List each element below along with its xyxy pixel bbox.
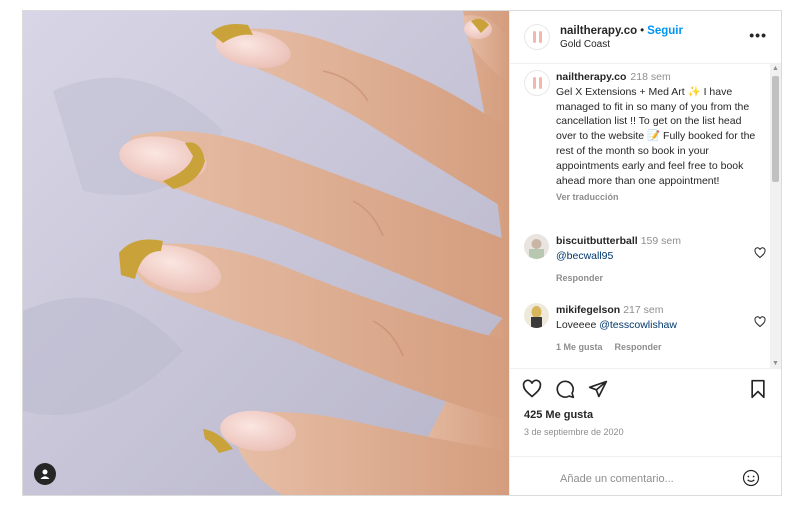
post-photo[interactable] <box>23 11 509 495</box>
comment-mention[interactable]: @tesscowlishaw <box>599 319 677 331</box>
avatar[interactable] <box>524 303 549 328</box>
bookmark-icon[interactable] <box>749 379 767 404</box>
add-comment-bar: Añade un comentario... <box>510 456 781 495</box>
follow-button[interactable]: Seguir <box>647 25 683 37</box>
location-link[interactable]: Gold Coast <box>560 39 683 50</box>
scrollbar-thumb[interactable] <box>772 76 779 182</box>
comments-scroll-area[interactable]: nailtherapy.co 218 sem Gel X Extensions +… <box>510 64 781 368</box>
comment-text: Loveeee <box>556 319 597 331</box>
caption-username[interactable]: nailtherapy.co <box>556 71 626 83</box>
avatar[interactable] <box>524 70 550 96</box>
post-actions: 425 Me gusta 3 de septiembre de 2020 Aña… <box>510 368 781 495</box>
comment-time: 159 sem <box>640 235 681 247</box>
comment-item: mikifegelson 217 sem Loveeee @tesscowlish… <box>524 303 766 352</box>
scroll-down-icon[interactable]: ▼ <box>772 360 779 367</box>
translate-link[interactable]: Ver traducción <box>556 190 760 205</box>
likes-count[interactable]: 425 Me gusta <box>524 409 593 421</box>
heart-icon[interactable] <box>522 379 542 404</box>
comment-username[interactable]: biscuitbutterball <box>556 235 638 247</box>
comment-item: biscuitbutterball 159 sem @becwall95 Resp… <box>524 234 766 283</box>
scroll-up-icon[interactable]: ▲ <box>772 65 779 72</box>
comment-mention[interactable]: @becwall95 <box>556 250 613 262</box>
comment-like-icon[interactable] <box>754 246 766 264</box>
post-caption: nailtherapy.co 218 sem Gel X Extensions +… <box>524 70 760 205</box>
post-sidebar: nailtherapy.co • Seguir Gold Coast ••• nai… <box>509 11 781 495</box>
post-modal: nailtherapy.co • Seguir Gold Coast ••• nai… <box>22 10 782 496</box>
comment-like-icon[interactable] <box>754 315 766 333</box>
avatar[interactable] <box>524 24 550 50</box>
more-icon[interactable]: ••• <box>749 27 767 43</box>
comment-icon[interactable] <box>555 379 575 404</box>
comment-time: 217 sem <box>623 304 664 316</box>
nails-photo-illustration <box>23 11 509 495</box>
user-tag-icon[interactable] <box>34 463 56 485</box>
post-header: nailtherapy.co • Seguir Gold Coast ••• <box>510 11 781 64</box>
post-date: 3 de septiembre de 2020 <box>524 427 624 437</box>
caption-time: 218 sem <box>630 71 671 83</box>
avatar[interactable] <box>524 234 549 259</box>
scrollbar[interactable]: ▲ ▼ <box>770 64 781 368</box>
post-username[interactable]: nailtherapy.co <box>560 25 637 37</box>
caption-text: Gel X Extensions + Med Art ✨ I have mana… <box>556 85 756 187</box>
comment-username[interactable]: mikifegelson <box>556 304 620 316</box>
separator-dot: • <box>640 24 645 37</box>
comment-likes[interactable]: 1 Me gusta <box>556 342 603 352</box>
reply-button[interactable]: Responder <box>556 273 603 283</box>
reply-button[interactable]: Responder <box>615 342 662 352</box>
emoji-icon[interactable] <box>742 469 760 492</box>
share-icon[interactable] <box>588 379 608 404</box>
comment-input[interactable]: Añade un comentario... <box>560 473 674 485</box>
